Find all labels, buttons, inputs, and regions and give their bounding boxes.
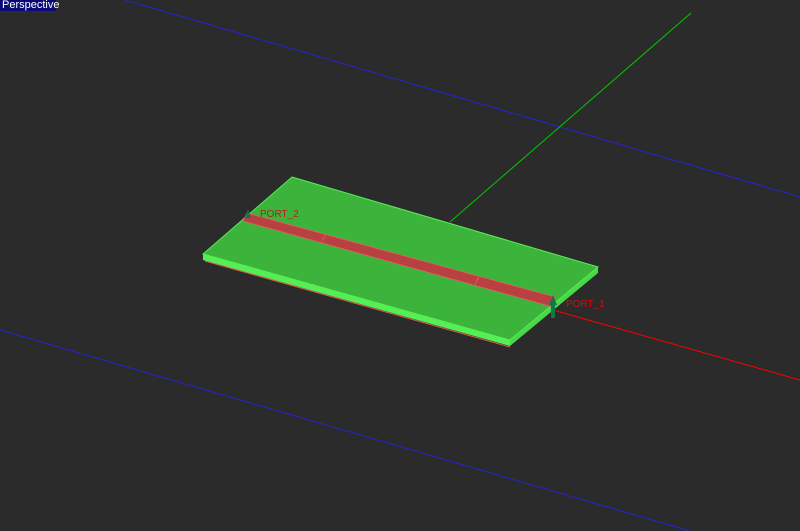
viewport-title: Perspective: [0, 0, 60, 11]
scene[interactable]: PORT_2 PORT_1: [0, 0, 800, 531]
3d-viewport[interactable]: PORT_2 PORT_1 Perspective: [0, 0, 800, 531]
x-axis: [552, 309, 800, 381]
port-1-label: PORT_1: [566, 299, 605, 310]
port-2-label: PORT_2: [260, 209, 299, 220]
y-axis: [449, 12, 692, 223]
grid-line-top: [124, 0, 800, 198]
grid-line-bottom: [0, 329, 691, 531]
